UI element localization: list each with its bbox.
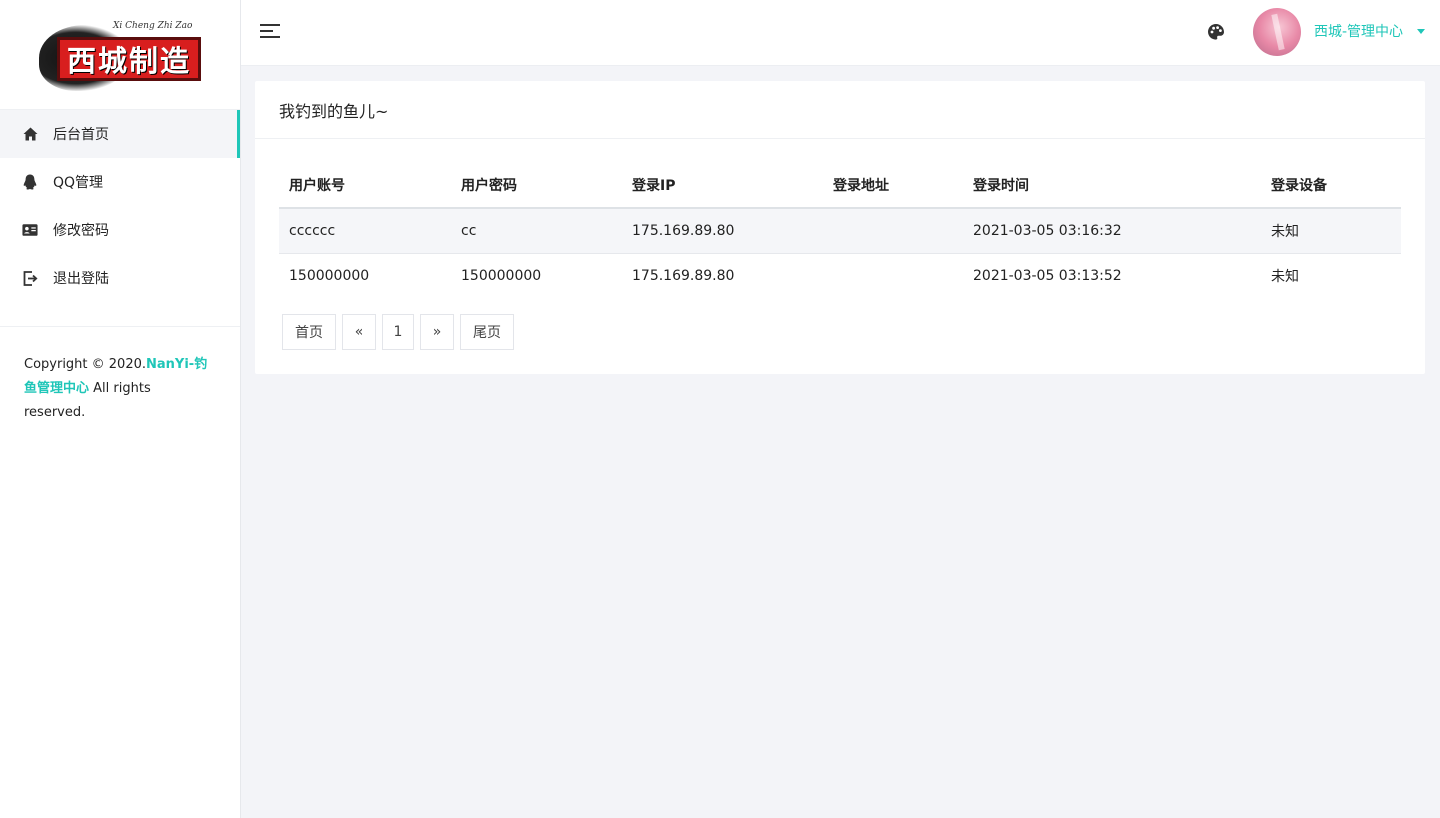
sidebar-item-qq-management[interactable]: QQ管理 <box>0 158 240 206</box>
cell-time: 2021-03-05 03:16:32 <box>963 208 1261 254</box>
sidebar: Xi Cheng Zhi Zao 西城制造 后台首页 QQ管理 修改密码 退出登… <box>0 0 241 818</box>
table-header-row: 用户账号 用户密码 登录IP 登录地址 登录时间 登录设备 <box>279 163 1401 209</box>
sidebar-item-change-password[interactable]: 修改密码 <box>0 206 240 254</box>
cell-ip: 175.169.89.80 <box>622 208 823 254</box>
copyright-prefix: Copyright © 2020. <box>24 357 147 372</box>
sidebar-item-label: QQ管理 <box>53 175 104 191</box>
cell-device: 未知 <box>1271 268 1299 285</box>
pagination: 首页 « 1 » 尾页 <box>282 314 514 350</box>
cell-password: 150000000 <box>461 267 542 284</box>
column-header-password: 用户密码 <box>451 163 622 209</box>
sidebar-item-logout[interactable]: 退出登陆 <box>0 254 240 302</box>
cell-location <box>823 208 963 254</box>
cell-ip: 175.169.89.80 <box>632 267 735 284</box>
prev-page-button[interactable]: « <box>342 314 376 350</box>
first-page-button[interactable]: 首页 <box>282 314 336 350</box>
user-menu-name[interactable]: 西城-管理中心 <box>1314 21 1403 41</box>
sidebar-menu: 后台首页 QQ管理 修改密码 退出登陆 <box>0 110 240 302</box>
table-row: 150000000 150000000 175.169.89.80 2021-0… <box>279 253 1401 298</box>
cell-account: cccccc <box>279 208 451 254</box>
logout-icon <box>22 270 38 286</box>
card-title: 我钓到的鱼儿~ <box>255 81 1425 139</box>
avatar[interactable] <box>1253 8 1301 56</box>
last-page-button[interactable]: 尾页 <box>460 314 514 350</box>
top-header: 西城-管理中心 <box>241 0 1440 66</box>
logo-script-text: Xi Cheng Zhi Zao <box>113 20 193 31</box>
logo-area: Xi Cheng Zhi Zao 西城制造 <box>0 0 240 110</box>
column-header-device: 登录设备 <box>1261 163 1401 209</box>
column-header-location: 登录地址 <box>823 163 963 209</box>
logo[interactable]: Xi Cheng Zhi Zao 西城制造 <box>35 15 205 95</box>
page-1-button[interactable]: 1 <box>382 314 414 350</box>
sidebar-item-label: 后台首页 <box>53 127 109 143</box>
table-row: cccccc cc 175.169.89.80 2021-03-05 03:16… <box>279 208 1401 254</box>
sidebar-item-dashboard[interactable]: 后台首页 <box>0 110 240 158</box>
column-header-time: 登录时间 <box>963 163 1261 209</box>
column-header-ip: 登录IP <box>622 163 823 209</box>
cell-time: 2021-03-05 03:13:52 <box>973 267 1122 284</box>
next-page-button[interactable]: » <box>420 314 454 350</box>
qq-penguin-icon <box>22 174 38 190</box>
home-icon <box>22 126 38 142</box>
caret-down-icon[interactable] <box>1417 29 1425 34</box>
sidebar-item-label: 退出登陆 <box>53 271 109 287</box>
cell-location <box>823 253 963 298</box>
fish-list-card: 我钓到的鱼儿~ 用户账号 用户密码 登录IP 登录地址 登录时间 登录设备 cc… <box>255 81 1425 374</box>
fish-table: 用户账号 用户密码 登录IP 登录地址 登录时间 登录设备 cccccc cc … <box>279 163 1401 298</box>
cell-device: 未知 <box>1261 208 1401 254</box>
copyright: Copyright © 2020.NanYi-钓鱼管理中心 All rights… <box>0 327 240 425</box>
sidebar-item-label: 修改密码 <box>53 223 109 239</box>
logo-text: 西城制造 <box>66 43 191 78</box>
hamburger-menu-icon[interactable] <box>260 24 280 40</box>
palette-icon[interactable] <box>1207 23 1225 41</box>
logo-stamp: 西城制造 <box>57 36 201 81</box>
cell-password: cc <box>451 208 622 254</box>
id-card-icon <box>22 222 38 238</box>
cell-account: 150000000 <box>289 267 370 284</box>
column-header-account: 用户账号 <box>279 163 451 209</box>
